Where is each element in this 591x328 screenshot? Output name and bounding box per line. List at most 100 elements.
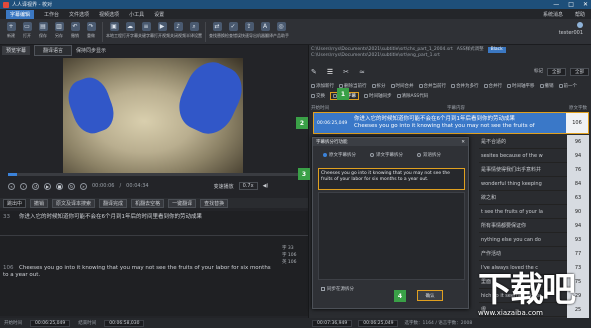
filter-select-2[interactable]: 全部 <box>570 68 589 76</box>
col-content[interactable]: 字幕内容 <box>347 105 565 111</box>
selected-subtitle-row[interactable]: 00:06:25,049 你进入它的时候知道你可能不会在6个月到1年后看到你的劳… <box>313 112 589 134</box>
subtitle-editor[interactable]: 33 你进入它的时候知道你可能不会在6个月到1年后的时间里看到你的劳动成果 106… <box>0 211 308 316</box>
edit-button-1[interactable]: 原文及译本搜索 <box>52 198 96 208</box>
row3-action-2[interactable]: 时间轴同步 <box>364 93 392 99</box>
col-count[interactable]: 原文字数 <box>565 105 589 111</box>
mode-select[interactable]: 跳出中 <box>3 198 27 208</box>
seek-bar[interactable] <box>8 173 306 176</box>
close-icon[interactable]: ✕ <box>583 1 588 8</box>
edit-pencil-icon[interactable]: ✎ <box>311 68 317 76</box>
row1-action-8[interactable]: 撤销 <box>539 83 554 89</box>
row3-action-3[interactable]: 清除ASS代码 <box>396 93 428 99</box>
filter-select[interactable]: 全部 <box>547 68 566 76</box>
row1-action-5[interactable]: 合并为多行 <box>451 83 479 89</box>
tab-preview-subtitles[interactable]: 预览字幕 <box>2 46 31 55</box>
toolbar-button-1[interactable]: ▭ 打开 <box>20 22 34 39</box>
dialog-close-icon[interactable]: ✕ <box>461 140 465 145</box>
status-time-a[interactable]: 00:07:36,949 <box>312 319 353 327</box>
edit-button-5[interactable]: 查找替换 <box>200 198 229 208</box>
status-time-b[interactable]: 00:06:25,049 <box>358 319 399 327</box>
mode-original[interactable]: 原文字幕拆分 <box>323 152 356 158</box>
menu-item-settings[interactable]: 设置 <box>154 11 164 18</box>
toolbar-button-16[interactable]: ◎ 产品助手 <box>273 22 289 39</box>
minimize-icon[interactable]: — <box>553 1 559 8</box>
toolbar-button-5[interactable]: ↷ 重做 <box>84 22 98 39</box>
row1-action-4[interactable]: 合并当前行 <box>418 83 446 89</box>
user-box[interactable]: tester001 <box>559 22 587 36</box>
edit-button-0[interactable]: 撤销 <box>30 198 49 208</box>
sync-display-toggle[interactable]: 保持同步显示 <box>76 47 106 54</box>
editor-line-eng[interactable]: 106 Cheeses you go into it knowing that y… <box>3 265 273 279</box>
action-icon <box>539 83 544 88</box>
scissors-icon[interactable]: ✂ <box>343 68 349 76</box>
row1-action-2[interactable]: 拆分 <box>371 83 386 89</box>
menu-item-messages[interactable]: 系统消息 <box>543 11 563 18</box>
toolbar-button-11[interactable]: ⌕ 半译设置 <box>186 22 202 39</box>
step-back-icon[interactable]: ‹ <box>20 182 27 190</box>
table-row[interactable]: wonderful thing keeping 84 <box>479 176 589 191</box>
table-row[interactable]: sesites because of the w 94 <box>479 148 589 163</box>
table-row[interactable]: t see the fruits of your la 90 <box>479 204 589 219</box>
table-row[interactable]: 产作活动 77 <box>479 246 589 261</box>
mode-bilingual[interactable]: 双语拆分 <box>417 152 441 158</box>
fast-forward-icon[interactable]: » <box>80 182 87 190</box>
wave-icon[interactable]: ≈ <box>359 68 365 76</box>
toolbar-button-8[interactable]: ≡ 关键字幕 <box>138 22 154 39</box>
row1-action-7[interactable]: 时间轴平移 <box>507 83 535 89</box>
editor-line-chs[interactable]: 33 你进入它的时候知道你可能不会在6个月到1年后的时间里看到你的劳动成果 <box>3 214 273 221</box>
toolbar-button-3[interactable]: ▥ 另存 <box>52 22 66 39</box>
menu-item-tools[interactable]: 小工具 <box>129 11 144 18</box>
row1-action-0[interactable]: 添加新行 <box>311 83 334 89</box>
toolbar-button-6[interactable]: ▣ 本地工程 <box>106 22 122 39</box>
callout-3: 3 <box>298 168 310 180</box>
col-start-time[interactable]: 开始时间 <box>311 105 347 111</box>
split-preview-area[interactable] <box>318 192 465 280</box>
table-row[interactable]: 欲之和 63 <box>479 190 589 205</box>
toolbar-button-2[interactable]: ▤ 保存 <box>36 22 50 39</box>
toolbar-button-12[interactable]: ⇄ 查找替换 <box>209 22 225 39</box>
toolbar-button-4[interactable]: ↶ 撤销 <box>68 22 82 39</box>
table-row[interactable]: 是不合适的 96 <box>479 134 589 149</box>
rewind-icon[interactable]: « <box>8 182 15 190</box>
row1-action-9[interactable]: 前一个 <box>558 83 577 89</box>
edit-button-4[interactable]: 一键翻译 <box>168 198 197 208</box>
toolbar-button-10[interactable]: ♪ 关闭视频 <box>170 22 186 39</box>
step-back-2-icon[interactable]: ↺ <box>32 182 39 190</box>
toolbar-button-7[interactable]: ☁ 打开字幕 <box>122 22 138 39</box>
stop-icon[interactable]: ■ <box>56 182 63 190</box>
table-row[interactable]: nything else you can do 93 <box>479 232 589 247</box>
toolbar-button-13[interactable]: ✓ 检查错误 <box>225 22 241 39</box>
list-icon[interactable]: ☰ <box>327 68 333 76</box>
start-time-input[interactable]: 00:06:25,049 <box>30 319 71 327</box>
toolbar-button-0[interactable]: + 新建 <box>4 22 18 39</box>
toolbar-button-14[interactable]: ⇪ 快速导出 <box>241 22 257 39</box>
maximize-icon[interactable]: □ <box>568 1 574 8</box>
menu-item-subtitle-edit[interactable]: 字幕编辑 <box>6 9 35 19</box>
video-frame[interactable] <box>63 58 243 173</box>
confirm-button[interactable]: 确认 <box>417 290 443 301</box>
edit-button-2[interactable]: 翻译完成 <box>99 198 128 208</box>
mode-translation[interactable]: 译文字幕拆分 <box>370 152 403 158</box>
menu-item-help[interactable]: 帮助 <box>575 11 585 18</box>
table-row[interactable]: 所有事情都要保证你 94 <box>479 218 589 233</box>
toolbar-button-9[interactable]: ▶ 打开视频 <box>154 22 170 39</box>
play-icon[interactable]: ▶ <box>44 182 51 190</box>
menu-item-file[interactable]: 文件选项 <box>69 11 89 18</box>
sync-split-checkbox[interactable]: 同步在源拆分 <box>321 286 354 292</box>
menu-item-video[interactable]: 视频选项 <box>99 11 119 18</box>
table-row[interactable]: 是事情使得我们出乎意料并 76 <box>479 162 589 177</box>
menu-item-workbench[interactable]: 工作台 <box>44 11 59 18</box>
toolbar-button-15[interactable]: A 机器翻译 <box>257 22 273 39</box>
speed-select[interactable]: 0.7x <box>238 182 258 190</box>
avatar <box>577 22 583 28</box>
edit-button-3[interactable]: 机翻去空格 <box>131 198 165 208</box>
volume-icon[interactable]: ◀) <box>263 183 269 189</box>
row3-action-0[interactable]: 交换 <box>311 93 325 99</box>
translation-language-select[interactable]: 翻译语言 <box>34 45 73 56</box>
row1-action-3[interactable]: 时间合并 <box>390 83 414 89</box>
forward-icon[interactable]: ↻ <box>68 182 75 190</box>
split-text-field[interactable]: Cheeses you go into it knowing that you … <box>318 168 465 190</box>
end-time-input[interactable]: 00:06:58,030 <box>104 319 145 327</box>
row1-action-6[interactable]: 合并行 <box>483 83 502 89</box>
ass-style-select[interactable]: Black <box>487 47 506 53</box>
